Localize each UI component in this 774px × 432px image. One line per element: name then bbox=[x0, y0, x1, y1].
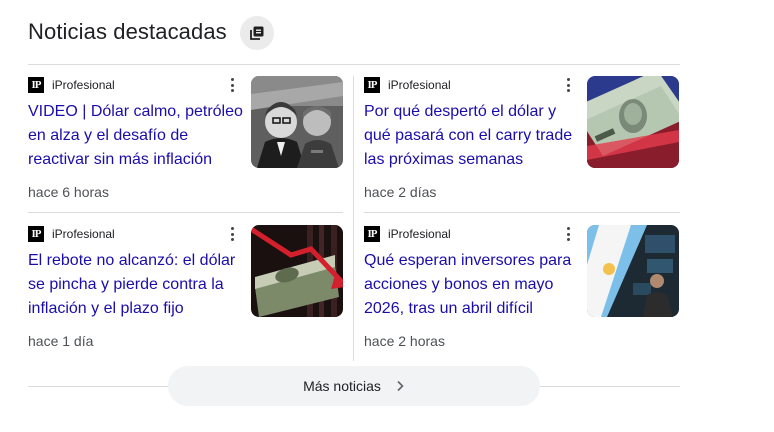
more-options-icon[interactable] bbox=[564, 225, 572, 243]
news-headline[interactable]: VIDEO | Dólar calmo, petróleo en alza y … bbox=[28, 100, 246, 172]
news-thumbnail[interactable] bbox=[251, 76, 343, 168]
news-source: IP iProfesional bbox=[28, 77, 115, 93]
more-options-icon[interactable] bbox=[228, 76, 236, 94]
news-source: IP iProfesional bbox=[364, 226, 451, 242]
news-source: IP iProfesional bbox=[364, 77, 451, 93]
chevron-right-icon bbox=[395, 380, 405, 392]
divider bbox=[28, 386, 168, 387]
source-name: iProfesional bbox=[52, 227, 115, 241]
more-options-icon[interactable] bbox=[564, 76, 572, 94]
source-name: iProfesional bbox=[388, 78, 451, 92]
news-thumbnail[interactable] bbox=[587, 76, 679, 168]
more-news-button[interactable]: Más noticias bbox=[168, 366, 540, 406]
news-card[interactable]: IP iProfesional Qué esperan inversores p… bbox=[364, 213, 680, 349]
iprofesional-logo-icon: IP bbox=[28, 77, 44, 93]
news-card[interactable]: IP iProfesional Por qué despertó el dóla… bbox=[364, 64, 680, 200]
stacked-cards-icon[interactable] bbox=[240, 16, 274, 50]
more-options-icon[interactable] bbox=[228, 225, 236, 243]
iprofesional-logo-icon: IP bbox=[364, 77, 380, 93]
news-card[interactable]: IP iProfesional VIDEO | Dólar calmo, pet… bbox=[28, 64, 344, 200]
iprofesional-logo-icon: IP bbox=[28, 226, 44, 242]
section-title: Noticias destacadas bbox=[28, 19, 227, 44]
news-timestamp: hace 6 horas bbox=[28, 184, 109, 200]
source-name: iProfesional bbox=[388, 227, 451, 241]
news-timestamp: hace 2 días bbox=[364, 184, 437, 200]
divider bbox=[353, 76, 354, 361]
news-thumbnail[interactable] bbox=[587, 225, 679, 317]
divider bbox=[540, 386, 680, 387]
news-card[interactable]: IP iProfesional El rebote no alcanzó: el… bbox=[28, 213, 344, 349]
news-timestamp: hace 1 día bbox=[28, 333, 94, 349]
news-timestamp: hace 2 horas bbox=[364, 333, 445, 349]
news-thumbnail[interactable] bbox=[251, 225, 343, 317]
source-name: iProfesional bbox=[52, 78, 115, 92]
news-headline[interactable]: Por qué despertó el dólar y qué pasará c… bbox=[364, 100, 582, 172]
iprofesional-logo-icon: IP bbox=[364, 226, 380, 242]
more-news-label: Más noticias bbox=[303, 378, 381, 394]
news-headline[interactable]: El rebote no alcanzó: el dólar se pincha… bbox=[28, 249, 246, 321]
news-source: IP iProfesional bbox=[28, 226, 115, 242]
news-headline[interactable]: Qué esperan inversores para acciones y b… bbox=[364, 249, 582, 321]
